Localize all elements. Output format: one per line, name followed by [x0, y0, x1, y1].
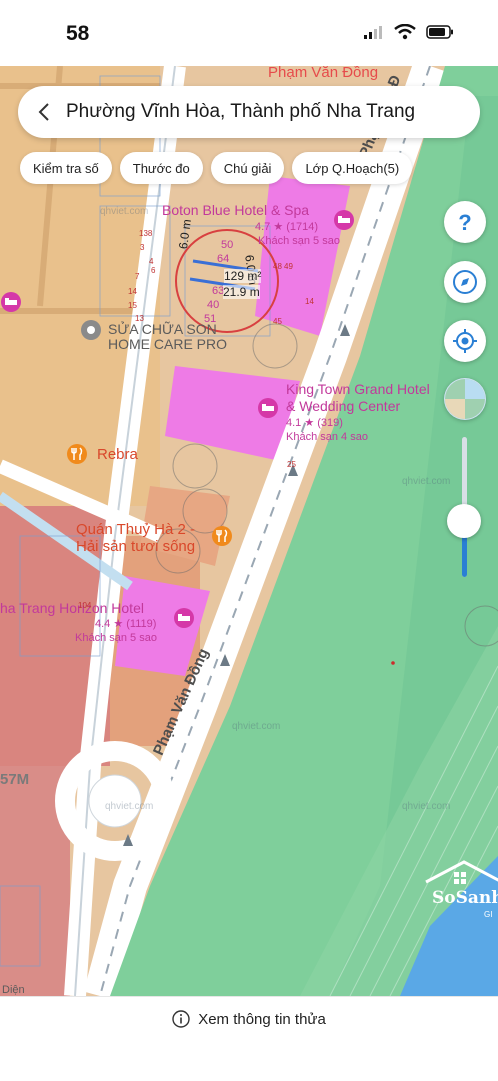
measure-length: 21.9 m [223, 285, 260, 299]
parcel-number: 50 [221, 239, 234, 251]
parcel-number: 45 [273, 317, 282, 326]
sosanh-watermark: SoSanh GI [424, 858, 498, 919]
poi-boton-category: Khách sạn 5 sao [258, 235, 340, 247]
measure-area: 129 m² [224, 269, 262, 283]
svg-text:?: ? [458, 210, 471, 235]
back-arrow-icon [38, 103, 49, 121]
chip-chu-giai[interactable]: Chú giải [210, 152, 285, 184]
bottom-panel: Xem thông tin thửa [0, 996, 498, 1081]
poi-kingtown-name-2: & Wedding Center [286, 398, 401, 414]
map-bottom-label: Diện [2, 984, 25, 996]
parcel-number: 14 [128, 287, 137, 296]
map-tool-chips: Kiểm tra số Thước đo Chú giải Lớp Q.Hoạc… [20, 152, 413, 184]
street-label-top: Phạm Văn Đồng [268, 66, 379, 81]
parcel-number: 48 [273, 262, 282, 271]
layers-icon [445, 379, 485, 419]
parcel-number: 64 [217, 253, 230, 265]
poi-homecare-line-2: HOME CARE PRO [108, 336, 228, 352]
parcel-number: 6 [151, 266, 156, 275]
poi-horizon-category: Khách sạn 5 sao [75, 632, 157, 644]
poi-quanthuy-line-2: Hải sản tươi sống [76, 538, 196, 555]
watermark: qhviet.com [105, 801, 154, 812]
watermark: qhviet.com [232, 721, 281, 732]
poi-boton-name: Boton Blue Hotel & Spa [162, 202, 310, 218]
parcel-number: 138 [139, 229, 153, 238]
poi-kingtown-name-1: King Town Grand Hotel [286, 381, 430, 397]
watermark: qhviet.com [402, 801, 451, 812]
wifi-icon [394, 23, 416, 45]
poi-kingtown-category: Khách sạn 4 sao [286, 431, 368, 443]
parcel-number: 104 [78, 601, 92, 610]
layers-button[interactable] [444, 378, 486, 420]
status-time: 58 [66, 22, 90, 45]
sosanh-brand-name: SoSanh [432, 888, 498, 908]
map-canvas[interactable]: Phạm Văn Đồng Phạm Văn Đ Phạm Văn Đồng B… [0, 66, 498, 996]
parcel-number: 25 [287, 460, 296, 469]
parcel-number: 13 [135, 314, 144, 323]
locate-button[interactable] [444, 320, 486, 362]
location-title: Phường Vĩnh Hòa, Thành phố Nha Trang [66, 101, 416, 122]
parcel-number: 7 [135, 272, 140, 281]
parcel-number: 40 [207, 299, 220, 311]
signal-icon [364, 25, 384, 44]
locate-icon [453, 329, 477, 353]
map-edge-label: 57M [0, 771, 30, 788]
poi-horizon-rating: 4.4 ★ (1119) [95, 618, 157, 630]
house-logo-icon [425, 860, 498, 884]
chip-kiem-tra-so[interactable]: Kiểm tra số [20, 152, 112, 184]
parcel-number: 51 [204, 313, 217, 325]
poi-kingtown-rating: 4.1 ★ (319) [286, 417, 343, 429]
status-icons [364, 23, 454, 45]
parcel-number: 49 [284, 262, 293, 271]
parcel-number: 14 [305, 297, 314, 306]
chip-lop-quy-hoach[interactable]: Lớp Q.Hoạch(5) [292, 152, 413, 184]
battery-icon [426, 25, 454, 44]
sosanh-brand-suffix: GI [484, 910, 493, 919]
compass-icon [453, 270, 477, 294]
location-header[interactable]: Phường Vĩnh Hòa, Thành phố Nha Trang [18, 86, 480, 138]
parcel-number: 3 [140, 243, 145, 252]
watermark: qhviet.com [402, 476, 451, 487]
poi-boton-rating: 4.7 ★ (1714) [255, 221, 319, 233]
help-button[interactable]: ? [444, 201, 486, 243]
poi-homecare-line-1: SỬA CHỮA SON [108, 321, 217, 337]
parcel-number: 4 [149, 257, 154, 266]
status-bar: 58 [0, 0, 498, 66]
poi-horizon-name: ha Trang Horizon Hotel [0, 600, 144, 616]
poi-rebra[interactable]: Rebra [97, 446, 138, 463]
zoom-slider-handle[interactable] [447, 504, 481, 538]
compass-button[interactable] [444, 261, 486, 303]
back-button[interactable] [22, 86, 66, 138]
parcel-number: 15 [128, 301, 137, 310]
help-icon: ? [458, 210, 471, 235]
poi-quanthuy-line-1: Quán Thuỷ Hà 2 - [76, 521, 195, 538]
view-parcel-info-label: Xem thông tin thửa [198, 1010, 326, 1028]
info-icon [172, 1010, 190, 1028]
view-parcel-info-button[interactable]: Xem thông tin thửa [0, 1005, 498, 1033]
chip-thuoc-do[interactable]: Thước đo [119, 152, 203, 184]
watermark: qhviet.com [100, 206, 149, 217]
